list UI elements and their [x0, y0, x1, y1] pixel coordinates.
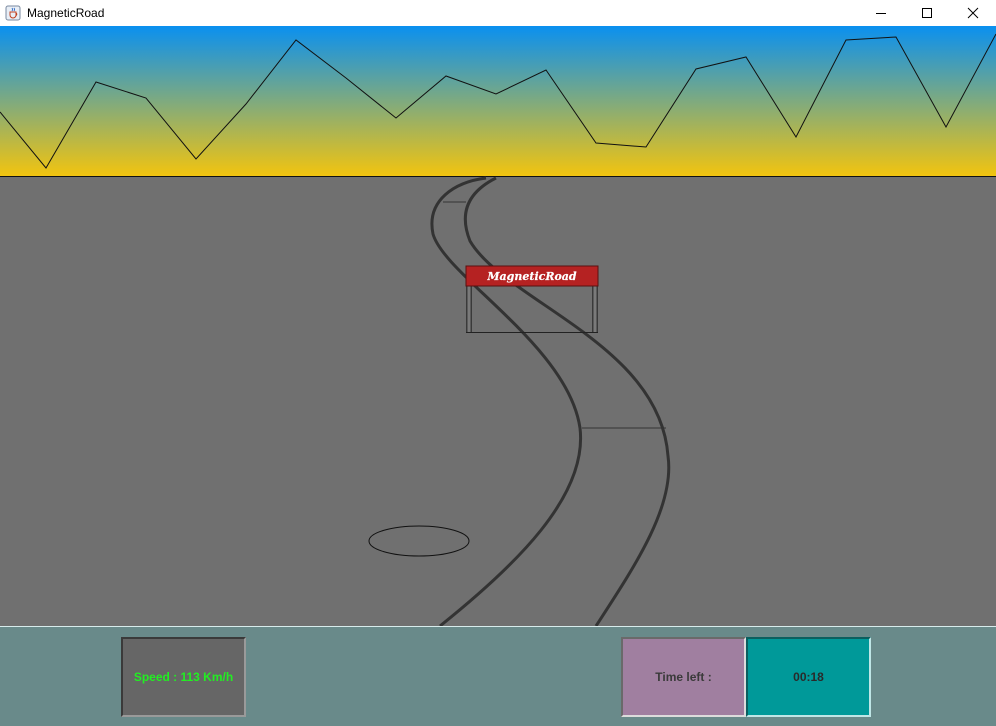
window-title: MagneticRoad: [27, 6, 105, 20]
time-left-label: Time left :: [621, 637, 746, 717]
java-cup-icon: [5, 5, 21, 21]
ground: [0, 176, 996, 626]
time-left-value: 00:18: [746, 637, 871, 717]
minimize-button[interactable]: [858, 0, 904, 26]
banner-text: MagneticRoad: [486, 270, 577, 283]
minimize-icon: [876, 13, 886, 14]
banner-post-right: [592, 286, 598, 332]
banner-post-left: [466, 286, 472, 332]
app-window: MagneticRoad MagneticRoad Speed: 113 Km…: [0, 0, 996, 726]
maximize-button[interactable]: [904, 0, 950, 26]
game-canvas[interactable]: MagneticRoad: [0, 26, 996, 626]
hud-panel: Speed : 113 Km/h Time left : 00:18: [0, 626, 996, 726]
maximize-icon: [922, 8, 932, 18]
close-icon: [967, 7, 979, 19]
sky: [0, 26, 996, 176]
title-bar[interactable]: MagneticRoad: [0, 0, 996, 26]
window-controls: [858, 0, 996, 26]
close-button[interactable]: [950, 0, 996, 26]
speed-display: Speed : 113 Km/h: [121, 637, 246, 717]
